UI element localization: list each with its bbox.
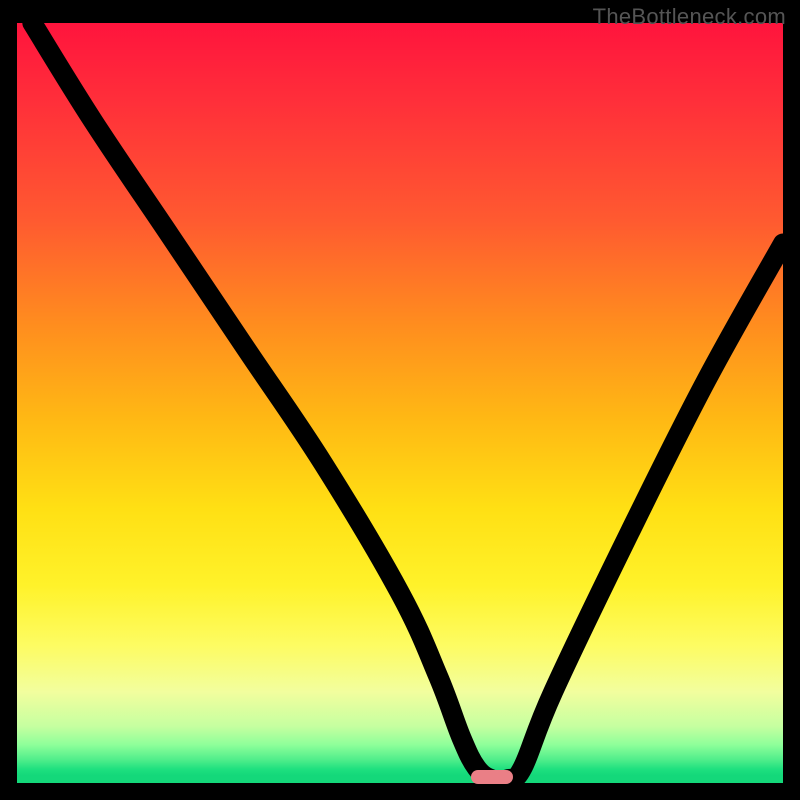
bottleneck-curve <box>17 23 783 783</box>
frame: TheBottleneck.com <box>0 0 800 800</box>
curve-path <box>32 23 783 781</box>
optimal-marker <box>471 770 513 784</box>
plot-area <box>17 23 783 783</box>
watermark-text: TheBottleneck.com <box>593 4 786 30</box>
